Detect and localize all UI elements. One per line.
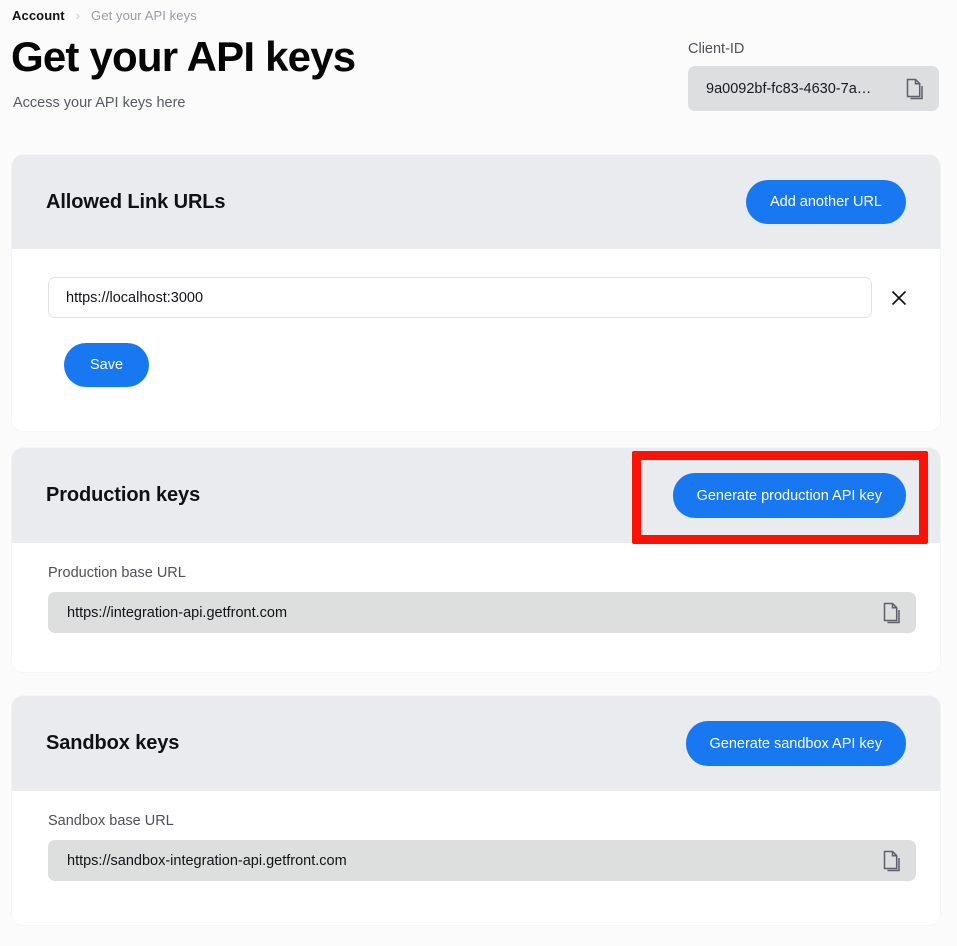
save-row: Save bbox=[12, 318, 940, 387]
url-entry-row bbox=[12, 249, 940, 318]
sandbox-keys-title: Sandbox keys bbox=[46, 732, 180, 754]
sandbox-card-header: Sandbox keys Generate sandbox API key bbox=[12, 696, 940, 791]
production-base-url-label: Production base URL bbox=[48, 565, 186, 581]
allowed-urls-title: Allowed Link URLs bbox=[46, 190, 226, 213]
sandbox-base-url-field: https://sandbox-integration-api.getfront… bbox=[48, 840, 916, 881]
breadcrumb-item-account[interactable]: Account bbox=[12, 8, 65, 23]
client-id-label: Client-ID bbox=[688, 41, 745, 57]
allowed-urls-card-header: Allowed Link URLs Add another URL bbox=[12, 155, 940, 249]
production-card-body: Production base URL https://integration-… bbox=[12, 543, 940, 672]
remove-url-button[interactable] bbox=[886, 285, 912, 311]
add-another-url-button[interactable]: Add another URL bbox=[745, 180, 906, 224]
breadcrumb-item-api-keys[interactable]: Get your API keys bbox=[91, 8, 197, 23]
api-keys-page: Account › Get your API keys Get your API… bbox=[0, 0, 957, 946]
generate-production-api-key-button[interactable]: Generate production API key bbox=[672, 473, 906, 518]
allowed-link-urls-card: Allowed Link URLs Add another URL Save bbox=[12, 155, 940, 431]
sandbox-keys-card: Sandbox keys Generate sandbox API key Sa… bbox=[12, 696, 940, 925]
production-keys-card: Production keys Generate production API … bbox=[12, 448, 940, 672]
sandbox-base-url-label: Sandbox base URL bbox=[48, 813, 174, 829]
generate-sandbox-api-key-button[interactable]: Generate sandbox API key bbox=[685, 721, 906, 766]
production-keys-title: Production keys bbox=[46, 484, 201, 506]
production-card-header: Production keys Generate production API … bbox=[12, 448, 940, 543]
sandbox-base-url-block: Sandbox base URL https://sandbox-integra… bbox=[12, 791, 940, 881]
sandbox-card-body: Sandbox base URL https://sandbox-integra… bbox=[12, 791, 940, 925]
copy-icon[interactable] bbox=[903, 77, 925, 101]
copy-icon[interactable] bbox=[880, 601, 902, 625]
url-input[interactable] bbox=[48, 277, 872, 318]
chevron-right-icon: › bbox=[75, 8, 81, 23]
page-title: Get your API keys bbox=[11, 33, 356, 80]
sandbox-base-url-value: https://sandbox-integration-api.getfront… bbox=[67, 852, 347, 869]
allowed-urls-card-body: Save bbox=[12, 249, 940, 431]
client-id-value: 9a0092bf-fc83-4630-7a… bbox=[706, 80, 872, 97]
client-id-field: 9a0092bf-fc83-4630-7a… bbox=[688, 66, 939, 111]
production-base-url-block: Production base URL https://integration-… bbox=[12, 543, 940, 633]
production-base-url-value: https://integration-api.getfront.com bbox=[67, 604, 288, 621]
production-base-url-field: https://integration-api.getfront.com bbox=[48, 592, 916, 633]
page-subtitle: Access your API keys here bbox=[13, 95, 186, 111]
copy-icon[interactable] bbox=[880, 849, 902, 873]
breadcrumb: Account › Get your API keys bbox=[12, 8, 197, 23]
save-button[interactable]: Save bbox=[64, 343, 149, 387]
